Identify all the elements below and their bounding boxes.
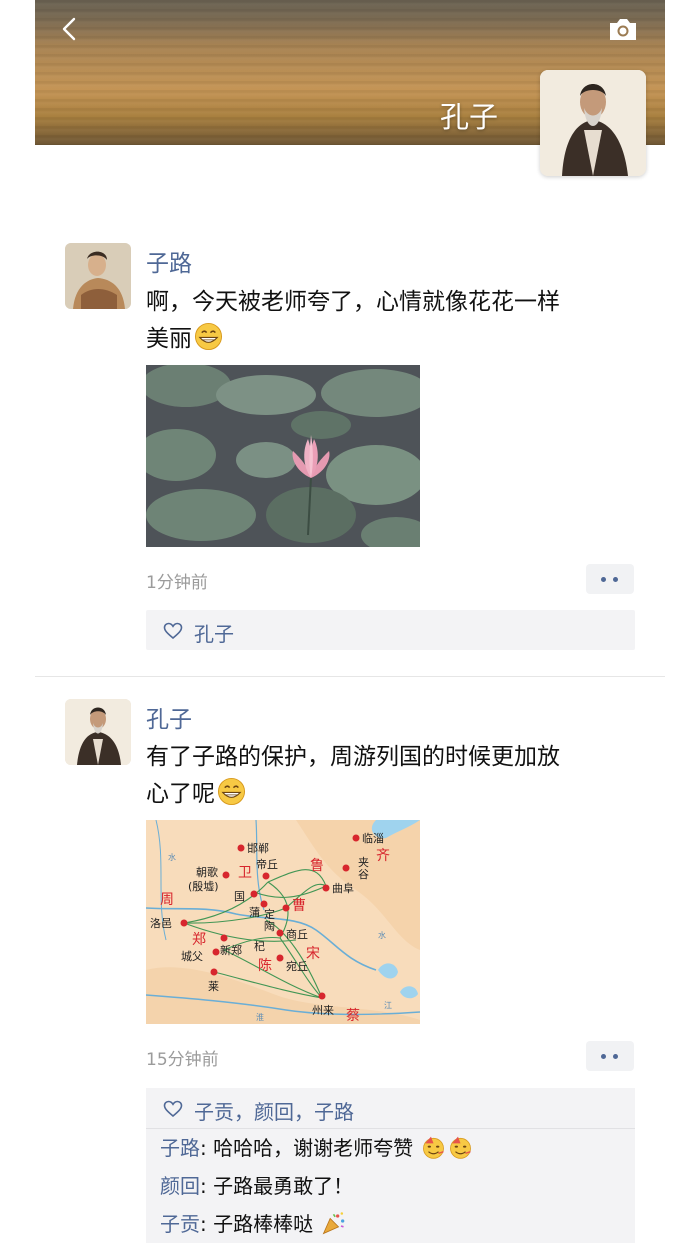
post-text-line: 心了呢 [146,776,641,813]
more-actions-button[interactable] [586,1041,634,1071]
interaction-panel: 孔子 [146,610,635,650]
comment-item[interactable]: 颜回: 子路最勇敢了！ [146,1167,635,1205]
map-label: 齐 [376,848,390,864]
party-face-emoji-icon [450,1136,472,1159]
map-label: 新郑 [220,943,242,957]
map-label: 州来 [312,1004,334,1017]
comment-author[interactable]: 子贡 [160,1212,200,1236]
map-label: 卫 [238,865,252,881]
map-label: 陶 [264,919,275,933]
more-dots-icon [613,577,618,582]
map-label: 水 [168,852,176,862]
map-label: 朝歌 [196,865,218,879]
author-name[interactable]: 子路 [146,244,192,278]
map-label: 郑 [192,932,206,948]
divider [35,676,665,677]
grinning-emoji-icon [217,777,246,806]
likes-list[interactable]: 孔子 [194,618,234,647]
comment-item[interactable]: 子贡: 子路棒棒哒 [146,1205,635,1243]
author-avatar[interactable] [65,699,131,765]
map-label: 水 [378,930,386,940]
map-label: 莱 [208,980,219,993]
interaction-panel: 子贡，颜回，子路 子路: 哈哈哈，谢谢老师夸赞 颜回: 子路最勇敢了！ 子贡: … [146,1088,635,1243]
party-popper-icon [323,1212,345,1235]
map-label: 江 [384,1001,392,1010]
map-label: 宛丘 [286,959,308,973]
post-text-line: 美丽 [146,321,641,358]
more-dots-icon [601,577,606,582]
likes-row: 子贡，颜回，子路 [146,1088,635,1128]
heart-outline-icon [163,1100,183,1118]
profile-avatar[interactable] [540,70,646,176]
likes-list[interactable]: 子贡，颜回，子路 [194,1096,354,1125]
back-button[interactable] [57,16,83,42]
comment-text: 子路最勇敢了！ [213,1174,354,1198]
map-label: 陈 [258,957,272,974]
map-label: 临淄 [362,831,384,845]
map-label: 蒲 [249,905,260,919]
map-label: 邯郸 [247,841,269,855]
moments-page: 孔子 子路 啊，今天被老师夸了，心情就像花花一样 美丽 1分钟前 孔子 孔子 有… [35,0,665,1254]
party-face-emoji-icon [423,1136,445,1159]
post-text: 啊，今天被老师夸了，心情就像花花一样 美丽 [146,284,641,358]
comment-item[interactable]: 子路: 哈哈哈，谢谢老师夸赞 [146,1129,635,1167]
comment-text: 子路棒棒哒 [213,1212,314,1236]
more-dots-icon [601,1054,606,1059]
profile-name: 孔子 [440,100,499,134]
camera-icon [610,19,636,40]
map-label: 杞 [254,939,265,953]
grinning-emoji-icon [194,322,223,351]
likes-row: 孔子 [146,610,635,650]
map-label: 商丘 [286,927,308,941]
author-name[interactable]: 孔子 [146,700,192,734]
map-label: 定 [264,907,275,921]
map-label: 淮 [256,1012,264,1022]
post-text-line: 啊，今天被老师夸了，心情就像花花一样 [146,289,560,315]
map-label: 周 [160,892,174,908]
camera-button[interactable] [607,16,639,42]
map-label: 谷 [358,868,369,881]
map-label: 蔡 [346,1008,360,1024]
more-actions-button[interactable] [586,564,634,594]
map-label: 鲁 [310,858,324,874]
post-photo-map[interactable]: 邯郸 帝丘 临淄 夹 谷 朝歌 (殷墟) 曲阜 国 蒲 定 陶 洛邑 商丘 新郑… [146,820,420,1024]
map-label: (殷墟) [188,880,219,893]
map-label: 城父 [181,950,203,963]
map-label: 曲阜 [332,882,354,895]
comment-author[interactable]: 颜回 [160,1174,200,1198]
more-dots-icon [613,1054,618,1059]
map-label: 帝丘 [256,857,278,871]
post-time: 1分钟前 [146,573,208,593]
map-label: 洛邑 [150,916,172,930]
chevron-left-icon [62,17,76,41]
comment-text: 哈哈哈，谢谢老师夸赞 [213,1136,414,1160]
post-time: 15分钟前 [146,1050,219,1070]
map-label: 国 [234,890,245,903]
post-text-line: 有了子路的保护，周游列国的时候更加放 [146,744,560,770]
comment-author[interactable]: 子路 [160,1136,200,1160]
map-label: 曹 [292,898,306,914]
map-label: 宋 [306,946,320,962]
heart-outline-icon [163,622,183,640]
author-avatar[interactable] [65,243,131,309]
post-text: 有了子路的保护，周游列国的时候更加放 心了呢 [146,739,641,813]
post-photo-lotus[interactable] [146,365,420,547]
